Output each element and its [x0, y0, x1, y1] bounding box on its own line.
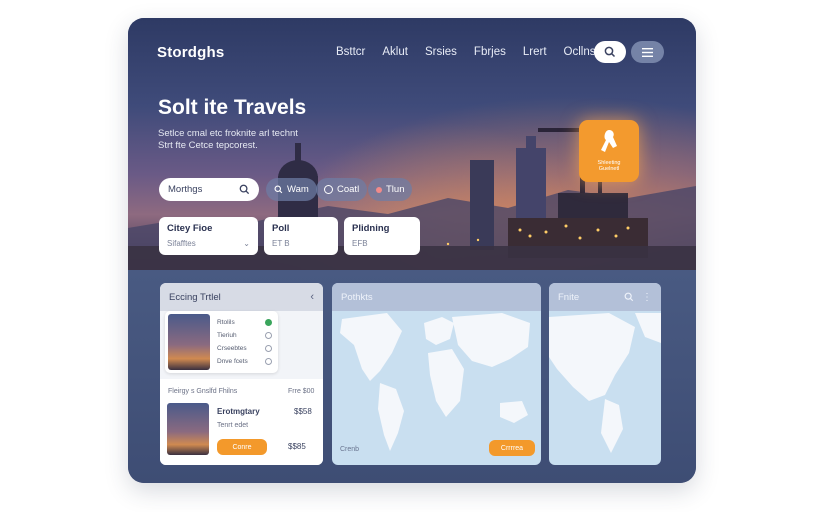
trip-card[interactable]: Rtolils Tieriuh Crseebtes Dnve fcets	[165, 311, 278, 373]
panel-title: Fnite	[558, 291, 580, 303]
chevron-down-icon: ⌄	[243, 239, 250, 248]
nav-item[interactable]: Fbrjes	[474, 46, 506, 58]
badge-line: Guelnetl	[598, 166, 620, 172]
featured-subtitle: Tenrt edet	[217, 422, 249, 429]
field-value: ET B	[272, 239, 290, 248]
date-field[interactable]: Poll ET B	[264, 217, 338, 255]
page-subtitle: Setlce cmal etc froknite arl technt Strt…	[158, 128, 358, 152]
radio-icon[interactable]	[265, 345, 272, 352]
panel-header: Pothkts	[332, 283, 541, 311]
book-button[interactable]: Conre	[217, 439, 267, 455]
map-action-button[interactable]: Crrrrea	[489, 440, 535, 456]
app-logo[interactable]: Stordghs	[157, 44, 224, 61]
panel-title: Pothkts	[341, 291, 373, 303]
trip-detail: Rtolils	[217, 319, 235, 326]
nav-item[interactable]: Aklut	[382, 46, 408, 58]
badge-text: Shleeting Guelnetl	[583, 160, 635, 172]
trip-detail: Crseebtes	[217, 345, 247, 352]
guests-field[interactable]: Plidning EFB	[344, 217, 420, 255]
nav-item[interactable]: Ocllns	[564, 46, 596, 58]
search-icon[interactable]	[624, 292, 634, 302]
city-field[interactable]: Citey Fioe Sifafftes ⌄	[159, 217, 258, 255]
trip-detail: Tieriuh	[217, 332, 237, 339]
featured-price-secondary: $$85	[288, 442, 306, 451]
header-search-button[interactable]	[594, 41, 626, 63]
panel-header: Eccing Trtlel ‹	[160, 283, 323, 311]
nav-item[interactable]: Bsttcr	[336, 46, 365, 58]
panel-title: Eccing Trtlel	[169, 291, 221, 303]
hiker-icon	[601, 130, 617, 152]
field-label: Plidning	[352, 223, 390, 234]
chip-label: Coatl	[337, 184, 360, 195]
radio-icon[interactable]	[265, 332, 272, 339]
more-options-icon[interactable]: ⋮	[642, 292, 652, 303]
field-value-row: Sifafftes ⌄	[167, 239, 250, 248]
promo-badge[interactable]: Shleeting Guelnetl	[579, 120, 639, 182]
check-icon[interactable]	[265, 319, 272, 326]
subtitle-line: Strt fte Cetce tepcorest.	[158, 140, 258, 151]
search-icon	[604, 46, 616, 58]
field-value: EFB	[352, 239, 368, 248]
field-label: Poll	[272, 223, 290, 234]
filter-chip[interactable]: Wam	[266, 178, 317, 201]
map-footer-label: Crenb	[340, 446, 360, 453]
panel-actions: ⋮	[624, 292, 652, 303]
nav-item[interactable]: Srsies	[425, 46, 457, 58]
hamburger-menu-icon	[642, 47, 653, 57]
trips-panel: Eccing Trtlel ‹ Rtolils Tieriuh Crseebte…	[160, 283, 323, 465]
subtitle-line: Setlce cmal etc froknite arl technt	[158, 128, 298, 139]
pin-icon	[376, 186, 382, 193]
trip-detail: Dnve fcets	[217, 358, 248, 365]
featured-price: $$58	[294, 407, 312, 416]
page-title: Solt ite Travels	[158, 96, 307, 119]
region-map-panel[interactable]: Fnite ⋮	[549, 283, 661, 465]
circle-icon	[324, 185, 333, 194]
menu-button[interactable]	[631, 41, 664, 63]
search-icon	[274, 185, 283, 194]
chip-label: Tlun	[386, 184, 405, 195]
radio-icon[interactable]	[265, 358, 272, 365]
panel-header: Fnite ⋮	[549, 283, 661, 311]
featured-thumbnail	[167, 403, 209, 455]
trip-thumbnail	[168, 314, 210, 370]
chip-label: Wam	[287, 184, 309, 195]
nav-item[interactable]: Lrert	[523, 46, 547, 58]
app-window: Stordghs Bsttcr Aklut Srsies Fbrjes Lrer…	[128, 18, 696, 483]
field-label: Citey Fioe	[167, 223, 213, 234]
section-label: Fleirgy s Gnslfd Fhilns	[168, 388, 238, 395]
section-price: Frre $00	[288, 388, 315, 395]
filter-chip[interactable]: Coatl	[316, 178, 368, 201]
filter-chip[interactable]: Tlun	[368, 178, 413, 201]
field-value: Sifafftes	[167, 239, 196, 248]
featured-title: Erotmgtary	[217, 407, 260, 416]
chevron-left-icon[interactable]: ‹	[310, 291, 314, 303]
top-navigation: Bsttcr Aklut Srsies Fbrjes Lrert Ocllns	[336, 46, 612, 58]
world-map-panel[interactable]: Pothkts Crenb Crrrrea	[332, 283, 541, 465]
destination-search-input[interactable]: Morthgs	[159, 178, 259, 201]
featured-section: Fleirgy s Gnslfd Fhilns Frre $00 Erotmgt…	[160, 379, 323, 465]
search-icon	[239, 184, 250, 195]
search-placeholder: Morthgs	[168, 184, 203, 195]
